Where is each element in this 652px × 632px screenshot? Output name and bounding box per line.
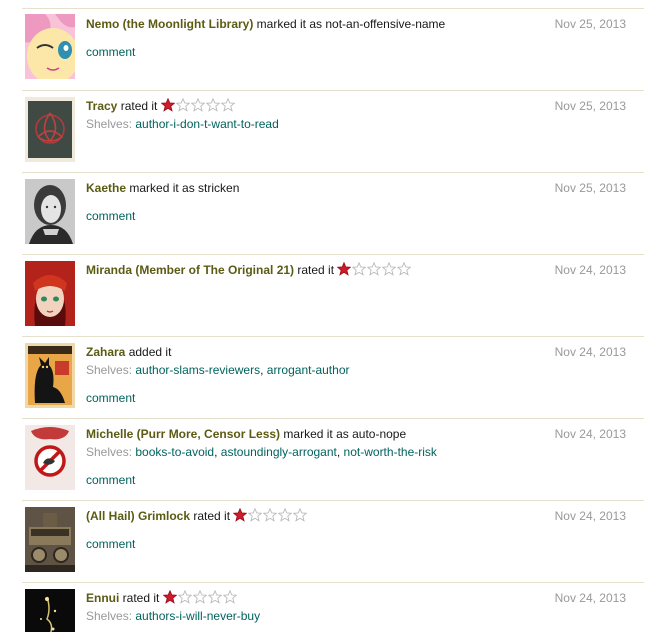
star-empty-icon[interactable]: [382, 262, 397, 276]
action-text: marked it as stricken: [129, 181, 240, 195]
star-filled-icon[interactable]: [160, 98, 175, 112]
action-text: rated it: [297, 263, 335, 277]
action-text: added it: [128, 345, 172, 359]
action-text: rated it: [193, 509, 231, 523]
entry-date: Nov 24, 2013: [554, 427, 626, 441]
feed-entry: (All Hail) Grimlock rated it comment Nov…: [22, 500, 644, 582]
shelves-label: Shelves:: [86, 363, 133, 377]
star-empty-icon[interactable]: [293, 508, 308, 522]
entry-date: Nov 24, 2013: [554, 509, 626, 523]
comment-link[interactable]: comment: [86, 537, 135, 551]
entry-date: Nov 24, 2013: [554, 263, 626, 277]
star-empty-icon[interactable]: [397, 262, 412, 276]
feed-entry: Tracy rated it Shelves: author-i-don-t-w…: [22, 90, 644, 172]
comment-link[interactable]: comment: [86, 473, 135, 487]
triquetra-avatar[interactable]: [25, 97, 75, 162]
star-empty-icon[interactable]: [352, 262, 367, 276]
user-link[interactable]: Kaethe: [86, 181, 126, 195]
feed-entry: Michelle (Purr More, Censor Less) marked…: [22, 418, 644, 500]
feed-entry: Nemo (the Moonlight Library) marked it a…: [22, 8, 644, 90]
comment-link[interactable]: comment: [86, 209, 135, 223]
feed-entry: Miranda (Member of The Original 21) rate…: [22, 254, 644, 336]
star-empty-icon[interactable]: [205, 98, 220, 112]
shelf-link[interactable]: books-to-avoid: [135, 445, 214, 459]
shelf-link[interactable]: not-worth-the-risk: [344, 445, 437, 459]
star-empty-icon[interactable]: [175, 98, 190, 112]
entry-date: Nov 25, 2013: [554, 99, 626, 113]
star-empty-icon[interactable]: [190, 98, 205, 112]
feed-entry: Zahara added it Shelves: author-slams-re…: [22, 336, 644, 418]
action-text: rated it: [122, 591, 160, 605]
feed-entry: Ennui rated it Shelves: authors-i-will-n…: [22, 582, 644, 632]
entry-date: Nov 25, 2013: [554, 17, 626, 31]
shelf-link[interactable]: author-slams-reviewers: [135, 363, 260, 377]
star-filled-icon[interactable]: [337, 262, 352, 276]
feed-entry: Kaethe marked it as stricken comment Nov…: [22, 172, 644, 254]
shelves-label: Shelves:: [86, 445, 133, 459]
user-link[interactable]: Michelle (Purr More, Censor Less): [86, 427, 280, 441]
star-empty-icon[interactable]: [263, 508, 278, 522]
star-empty-icon[interactable]: [207, 590, 222, 604]
steampunk-avatar[interactable]: [25, 507, 75, 572]
shelves-label: Shelves:: [86, 117, 133, 131]
star-rating[interactable]: [337, 262, 412, 279]
star-empty-icon[interactable]: [222, 590, 237, 604]
entry-date: Nov 25, 2013: [554, 181, 626, 195]
star-rating[interactable]: [162, 590, 238, 607]
chat-noir-avatar[interactable]: [25, 343, 75, 408]
star-empty-icon[interactable]: [220, 98, 235, 112]
star-rating[interactable]: [233, 508, 308, 525]
portrait-avatar[interactable]: [25, 179, 75, 244]
no-sign-avatar[interactable]: [25, 425, 75, 490]
entry-date: Nov 24, 2013: [554, 345, 626, 359]
user-link[interactable]: Zahara: [86, 345, 125, 359]
user-link[interactable]: Nemo (the Moonlight Library): [86, 17, 253, 31]
star-empty-icon[interactable]: [192, 590, 207, 604]
user-link[interactable]: Ennui: [86, 591, 119, 605]
shelf-link[interactable]: author-i-don-t-want-to-read: [135, 117, 278, 131]
star-filled-icon[interactable]: [233, 508, 248, 522]
star-rating[interactable]: [160, 98, 236, 115]
action-text: marked it as auto-nope: [283, 427, 407, 441]
shelf-link[interactable]: astoundingly-arrogant: [221, 445, 337, 459]
star-empty-icon[interactable]: [278, 508, 293, 522]
shelves-label: Shelves:: [86, 609, 133, 623]
action-text: rated it: [120, 99, 158, 113]
user-link[interactable]: Miranda (Member of The Original 21): [86, 263, 294, 277]
entry-date: Nov 24, 2013: [554, 591, 626, 605]
star-filled-icon[interactable]: [162, 590, 177, 604]
star-empty-icon[interactable]: [367, 262, 382, 276]
user-link[interactable]: (All Hail) Grimlock: [86, 509, 190, 523]
star-empty-icon[interactable]: [248, 508, 263, 522]
star-empty-icon[interactable]: [177, 590, 192, 604]
activity-feed: Nemo (the Moonlight Library) marked it a…: [0, 0, 652, 632]
pony-avatar[interactable]: [25, 14, 75, 79]
user-link[interactable]: Tracy: [86, 99, 117, 113]
redhead-avatar[interactable]: [25, 261, 75, 326]
action-text: marked it as not-an-offensive-name: [256, 17, 446, 31]
shelf-link[interactable]: arrogant-author: [267, 363, 350, 377]
comment-link[interactable]: comment: [86, 45, 135, 59]
dark-sparkle-avatar[interactable]: [25, 589, 75, 632]
shelf-link[interactable]: authors-i-will-never-buy: [135, 609, 260, 623]
comment-link[interactable]: comment: [86, 391, 135, 405]
